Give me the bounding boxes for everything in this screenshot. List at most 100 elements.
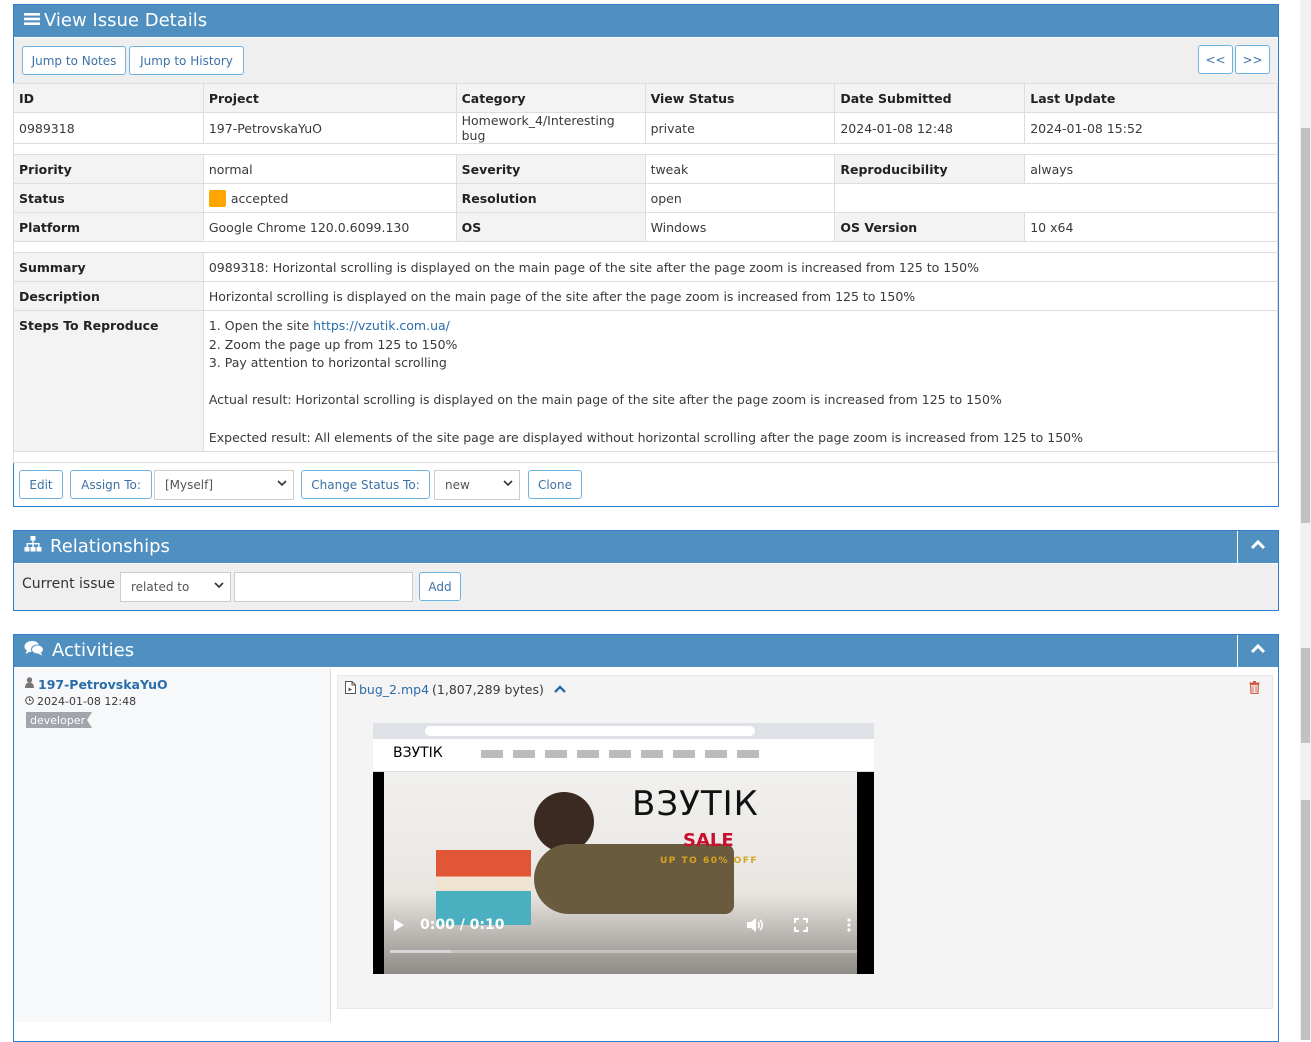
- jump-to-history-button[interactable]: Jump to History: [129, 46, 244, 75]
- os-version-value: 10 x64: [1024, 212, 1278, 242]
- add-relationship-button[interactable]: Add: [419, 572, 461, 601]
- activities-header: Activities: [14, 635, 1278, 667]
- issue-actions-bar: Edit Assign To: [Myself] Change Status T…: [14, 466, 1278, 506]
- change-status-button[interactable]: Change Status To:: [301, 470, 430, 499]
- view-issue-title: View Issue Details: [44, 10, 208, 31]
- video-offer-text: UP TO 60% OFF: [660, 856, 759, 866]
- clock-icon: [25, 695, 34, 708]
- edit-button[interactable]: Edit: [19, 470, 63, 499]
- activity-date: 2024-01-08 12:48: [37, 695, 137, 708]
- reproducibility-label: Reproducibility: [834, 154, 1026, 184]
- page-scrollbar[interactable]: [1300, 0, 1311, 1040]
- category-value: Homework_4/Interesting bug: [455, 112, 646, 144]
- summary-label: Summary: [13, 252, 204, 282]
- video-brand-large: ВЗУТІК: [632, 784, 759, 824]
- attachment-link[interactable]: bug_2.mp4: [359, 682, 429, 697]
- severity-label: Severity: [455, 154, 646, 184]
- video-sale-text: SALE: [683, 830, 734, 851]
- chevron-up-icon: [1250, 643, 1266, 659]
- issue-header-values-row: 0989318 197-PetrovskaYuO Homework_4/Inte…: [13, 112, 1278, 144]
- status-value: accepted: [230, 190, 289, 206]
- severity-value: tweak: [644, 154, 836, 184]
- resolution-value: open: [644, 183, 836, 213]
- attachment-size: (1,807,289 bytes): [432, 681, 544, 697]
- menu-icon: [24, 10, 40, 32]
- actual-result: Actual result: Horizontal scrolling is d…: [208, 392, 1002, 408]
- priority-row: Priority normal Severity tweak Reproduci…: [13, 154, 1278, 184]
- play-icon[interactable]: [393, 918, 405, 936]
- video-brand-small: ВЗУТІК: [393, 745, 443, 761]
- relation-type-select[interactable]: related to: [120, 572, 231, 602]
- last-update-label: Last Update: [1024, 83, 1278, 113]
- clone-button[interactable]: Clone: [528, 470, 582, 499]
- steps-row: Steps To Reproduce 1. Open the site http…: [13, 310, 1279, 452]
- chevron-down-icon: [503, 476, 513, 493]
- resolution-label: Resolution: [455, 183, 646, 213]
- expected-result: Expected result: All elements of the sit…: [208, 429, 1083, 445]
- id-label: ID: [13, 83, 204, 113]
- video-player[interactable]: ВЗУТІК ВЗУТІК SALE UP TO 60% OFF 0:00 / …: [373, 723, 874, 974]
- os-label: OS: [455, 212, 646, 242]
- summary-value: 0989318: Horizontal scrolling is display…: [202, 252, 1279, 282]
- volume-icon[interactable]: [746, 917, 764, 937]
- platform-value: Google Chrome 120.0.6099.130: [202, 212, 457, 242]
- next-issue-button[interactable]: >>: [1235, 45, 1270, 74]
- sitemap-icon: [24, 536, 42, 558]
- steps-line-2: 2. Zoom the page up from 125 to 150%: [208, 336, 458, 352]
- os-version-label: OS Version: [834, 212, 1026, 242]
- comments-icon: [24, 640, 44, 662]
- description-value: Horizontal scrolling is displayed on the…: [202, 281, 1279, 311]
- os-value: Windows: [644, 212, 836, 242]
- video-progress-fill: [390, 950, 451, 953]
- steps-line-3: 3. Pay attention to horizontal scrolling: [208, 355, 447, 371]
- collapse-relationships-button[interactable]: [1237, 531, 1278, 563]
- assign-to-select[interactable]: [Myself]: [154, 470, 294, 500]
- collapse-preview-icon[interactable]: [553, 682, 567, 697]
- assign-to-button[interactable]: Assign To:: [70, 470, 152, 499]
- category-label: Category: [455, 83, 646, 113]
- activities-title: Activities: [52, 640, 135, 661]
- status-color-swatch: [208, 189, 226, 207]
- relationships-header: Relationships: [14, 531, 1278, 563]
- view-issue-header: View Issue Details: [14, 5, 1278, 37]
- fullscreen-icon[interactable]: [794, 918, 808, 936]
- video-site-navbar: ВЗУТІК: [373, 739, 874, 772]
- issue-details-table: ID Project Category View Status Date Sub…: [13, 83, 1279, 463]
- steps-label: Steps To Reproduce: [13, 310, 204, 452]
- issue-header-labels-row: ID Project Category View Status Date Sub…: [13, 83, 1278, 113]
- id-value: 0989318: [13, 112, 204, 144]
- prev-issue-button[interactable]: <<: [1198, 45, 1233, 74]
- delete-attachment-icon[interactable]: [1249, 681, 1260, 698]
- date-submitted-value: 2024-01-08 12:48: [834, 112, 1026, 144]
- steps-site-link[interactable]: https://vzutik.com.ua/: [313, 318, 450, 333]
- activity-content-panel: bug_2.mp4 (1,807,289 bytes) ВЗУТІК ВЗУТІ…: [337, 675, 1273, 1009]
- page-scrollbar-thumb[interactable]: [1301, 128, 1310, 523]
- priority-value: normal: [202, 154, 457, 184]
- project-value: 197-PetrovskaYuO: [202, 112, 457, 144]
- video-time: 0:00 / 0:10: [420, 917, 505, 933]
- video-progress-track[interactable]: [390, 950, 857, 953]
- role-badge: developer: [26, 712, 92, 728]
- steps-line-1: 1. Open the site: [208, 318, 314, 333]
- description-row: Description Horizontal scrolling is disp…: [13, 281, 1279, 311]
- relationships-widget: Relationships Current issue related to A…: [13, 530, 1279, 611]
- summary-row: Summary 0989318: Horizontal scrolling is…: [13, 252, 1279, 282]
- more-options-icon[interactable]: [847, 918, 851, 936]
- relationships-title: Relationships: [50, 536, 170, 557]
- view-issue-widget: View Issue Details Jump to Notes Jump to…: [13, 4, 1279, 507]
- file-video-icon: [345, 681, 356, 697]
- jump-to-notes-button[interactable]: Jump to Notes: [22, 46, 126, 75]
- video-model-figure: [534, 792, 594, 852]
- description-label: Description: [13, 281, 204, 311]
- reproducibility-value: always: [1024, 154, 1278, 184]
- activity-user-link[interactable]: 197-PetrovskaYuO: [38, 677, 168, 692]
- related-issue-input[interactable]: [234, 572, 413, 602]
- collapse-activities-button[interactable]: [1237, 635, 1278, 667]
- current-issue-label: Current issue: [22, 576, 115, 592]
- user-icon: [25, 677, 34, 692]
- platform-label: Platform: [13, 212, 204, 242]
- change-status-select[interactable]: new: [434, 470, 520, 500]
- view-issue-toolbar: Jump to Notes Jump to History << >>: [14, 38, 1278, 83]
- priority-label: Priority: [13, 154, 204, 184]
- chevron-down-icon: [214, 578, 224, 595]
